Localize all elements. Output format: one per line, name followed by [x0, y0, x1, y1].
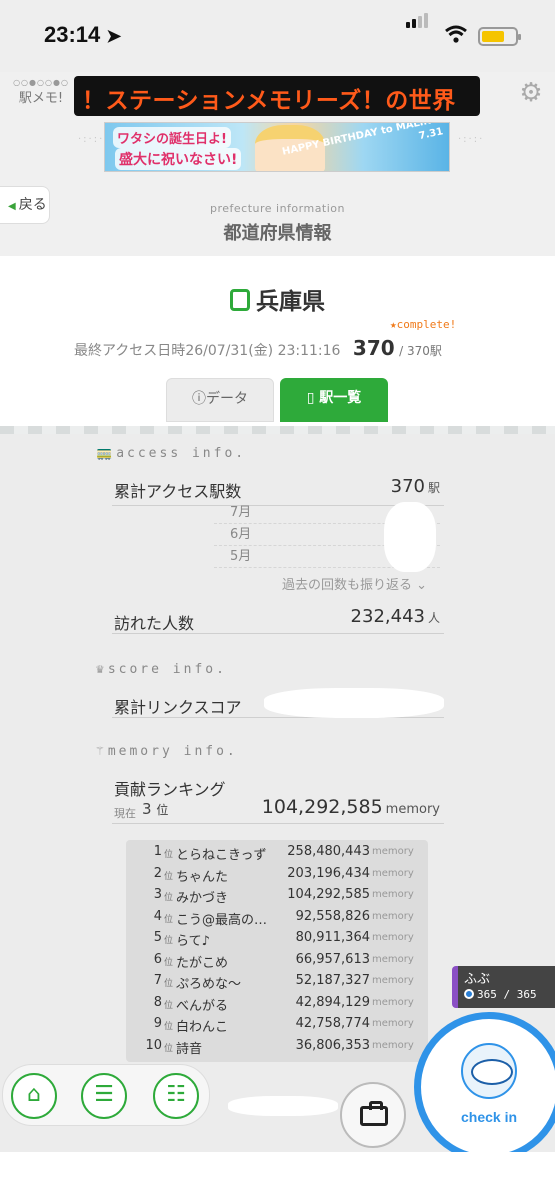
visitors-row: 訪れた人数 232,443 人 [112, 602, 444, 634]
status-time: 23:14 ➤ [44, 22, 122, 47]
ranking-row[interactable]: 4 位こう@最高の… 92,558,826 memory [134, 909, 426, 931]
banner-text-2: 盛大に祝いなさい! [115, 148, 242, 170]
ranking-row[interactable]: 3 位みかづき 104,292,585 memory [134, 887, 426, 909]
banner-text-1: ワタシの誕生日よ! [113, 127, 231, 148]
home-button[interactable]: ⌂ [11, 1073, 57, 1119]
redaction-mark [384, 502, 436, 572]
current-memory: 104,292,585 memory [261, 796, 440, 818]
bottom-nav: ⌂ ☰ ☷ [2, 1064, 210, 1126]
app-logo: ○○●○○●○ 駅メモ! [13, 78, 69, 106]
ranking-row[interactable]: 6 位たがこめ 66,957,613 memory [134, 952, 426, 974]
total-access-label: 累計アクセス駅数 [114, 482, 242, 501]
user-badge[interactable]: ふぶ 365 / 365 [452, 966, 555, 1008]
user-count: 365 / 365 [464, 988, 537, 1001]
wifi-icon [445, 25, 467, 43]
checkin-button[interactable]: check in [414, 1012, 555, 1162]
list-icon: ☰ [94, 1082, 114, 1107]
crown-icon: ♛ [96, 662, 104, 677]
prefecture-card: 兵庫県 ★complete! 最終アクセス日時26/07/31(金) 23:11… [0, 256, 555, 426]
bag-icon [360, 1101, 388, 1126]
station-count: 370 [352, 336, 395, 360]
ranking-row[interactable]: 1 位とらねこきっず 258,480,443 memory [134, 844, 426, 866]
total-access-value: 370 駅 [390, 476, 440, 497]
battery-icon [478, 27, 521, 46]
partner-avatar-icon [461, 1043, 517, 1099]
complete-badge: ★complete! [390, 318, 457, 331]
current-rank: 3 位 [142, 800, 169, 818]
station-list-button[interactable]: ☷ [153, 1073, 199, 1119]
tab-station-list[interactable]: ▯ 駅一覧 [280, 378, 388, 422]
page-title: 都道府県情報 [223, 223, 332, 244]
redaction-mark [228, 1096, 338, 1116]
redaction-mark [264, 688, 444, 718]
orb-icon [464, 989, 474, 999]
birthday-banner[interactable]: ワタシの誕生日よ! 盛大に祝いなさい! HAPPY BIRTHDAY to MA… [104, 122, 450, 172]
magic-wand-icon: ⚚ [96, 744, 104, 759]
location-arrow-icon: ➤ [106, 26, 122, 46]
link-score-label: 累計リンクスコア [114, 698, 242, 717]
last-access-line: 最終アクセス日時26/07/31(金) 23:11:16 370 / 370駅 [74, 336, 442, 360]
train-front-icon: 🚃 [96, 446, 113, 461]
home-indicator-area [0, 1152, 555, 1200]
ranking-row[interactable]: 8 位べんがる 42,894,129 memory [134, 995, 426, 1017]
user-name: ふぶ [464, 972, 491, 987]
rail-stripe [0, 426, 555, 434]
section-title-score: ♛ score info. [96, 662, 227, 677]
app-header: ○○●○○●○ 駅メモ! ！ステーションメモリーズ！の世界 ⚙ ·:·:· ワタ… [0, 72, 555, 182]
news-marquee[interactable]: ！ステーションメモリーズ！の世界 [74, 76, 480, 116]
tab-data[interactable]: ⓘデータ [166, 378, 274, 422]
page-title-area: ◀ 戻る prefecture information 都道府県情報 [0, 182, 555, 256]
bag-button[interactable] [340, 1082, 406, 1148]
train-icon [230, 289, 250, 311]
checkin-label: check in [460, 1109, 518, 1125]
ranking-list: 1 位とらねこきっず 258,480,443 memory 2 位ちゃんた 203,196… [126, 840, 428, 1062]
home-icon: ⌂ [27, 1082, 41, 1107]
section-title-access: 🚃 access info. [96, 446, 247, 461]
ranking-row[interactable]: 5 位らて♪ 80,911,364 memory [134, 930, 426, 952]
ranking-row[interactable]: 9 位白わんこ 42,758,774 memory [134, 1016, 426, 1038]
dots-decoration-right: ·:·:· [458, 134, 485, 145]
chevron-down-icon: ⌄ [416, 578, 428, 593]
current-label: 現在 [114, 807, 136, 820]
ranking-row[interactable]: 7 位ぷろめな〜 52,187,327 memory [134, 973, 426, 995]
ranking-row[interactable]: 2 位ちゃんた 203,196,434 memory [134, 866, 426, 888]
page-subtitle: prefecture information [209, 202, 346, 215]
current-rank-row: 現在 3 位 104,292,585 memory [112, 794, 444, 824]
show-past-link[interactable]: 過去の回数も振り返る ⌄ [282, 574, 427, 593]
visitors-label: 訪れた人数 [114, 614, 195, 633]
status-bar: 23:14 ➤ [0, 0, 555, 72]
visitors-value: 232,443 人 [350, 606, 440, 627]
gear-icon[interactable]: ⚙ [518, 80, 544, 106]
list-button[interactable]: ☰ [81, 1073, 127, 1119]
dots-decoration-left: ·:·:· [78, 134, 105, 145]
ranking-row[interactable]: 10 位詩音 36,806,353 memory [134, 1038, 426, 1060]
prefecture-name: 兵庫県 [0, 282, 555, 316]
train-list-icon: ☷ [166, 1082, 186, 1107]
section-title-memory: ⚚ memory info. [96, 744, 238, 759]
